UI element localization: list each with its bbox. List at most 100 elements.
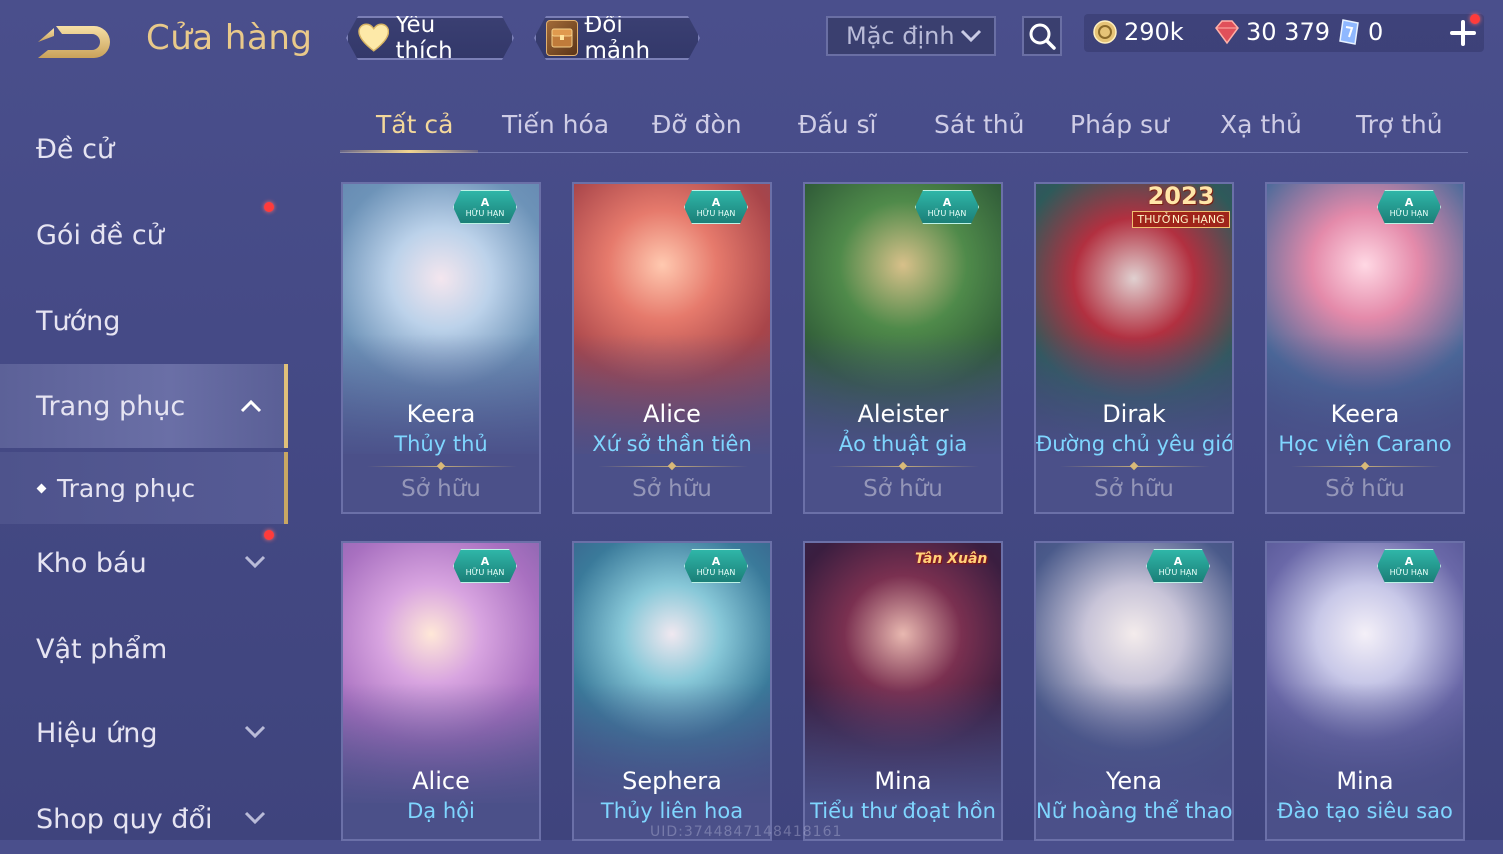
skin-card[interactable]: A HỮU HẠN Keera Học viện Carano Sở hữu	[1265, 182, 1465, 514]
sidebar-item-label: Kho báu	[36, 547, 147, 579]
page-title: Cửa hàng	[146, 18, 313, 58]
tab-fighter[interactable]: Đấu sĩ	[798, 110, 876, 139]
hero-name: Alice	[412, 767, 470, 795]
sidebar-item-recommended-packs[interactable]: Gói đề cử	[0, 200, 288, 270]
tab-active-underline	[340, 150, 478, 153]
divider	[829, 466, 979, 467]
divider	[598, 466, 748, 467]
shard-chest-icon	[546, 20, 578, 56]
notification-dot	[264, 202, 274, 212]
back-button[interactable]	[36, 20, 116, 64]
skin-card[interactable]: A HỮU HẠN Keera Thủy thủ Sở hữu	[341, 182, 541, 514]
ruby-amount: 30 379	[1246, 18, 1330, 46]
hero-name: Keera	[406, 400, 476, 428]
skin-name: Tiểu thư đoạt hồn	[810, 799, 996, 823]
sidebar-item-label: Hiệu ứng	[36, 717, 158, 749]
sidebar-item-heroes[interactable]: Tướng	[0, 286, 288, 356]
sidebar-subitem-skins[interactable]: Trang phục	[0, 452, 288, 524]
tab-tank[interactable]: Đỡ đòn	[652, 110, 742, 139]
skin-art-image	[574, 543, 770, 803]
skin-card[interactable]: A HỮU HẠN Mina Đào tạo siêu sao	[1265, 541, 1465, 841]
divider	[1060, 466, 1210, 467]
owned-status: Sở hữu	[401, 476, 481, 502]
sidebar-item-recommended[interactable]: Đề cử	[0, 114, 288, 184]
exchange-label: Đổi mảnh	[584, 12, 651, 64]
skin-name: Học viện Carano	[1278, 432, 1452, 456]
limited-badge: A HỮU HẠN	[453, 190, 517, 224]
sidebar-item-items[interactable]: Vật phẩm	[0, 614, 288, 684]
tab-assassin[interactable]: Sát thủ	[934, 110, 1024, 139]
sidebar-item-skins[interactable]: Trang phục	[0, 364, 288, 448]
limited-badge: A HỮU HẠN	[684, 190, 748, 224]
exchange-shards-button[interactable]: Đổi mảnh	[534, 16, 700, 60]
skin-art-image	[343, 543, 539, 803]
skin-name: Thủy liên hoa	[600, 799, 744, 823]
category-tabs: Tất cả Tiến hóa Đỡ đòn Đấu sĩ Sát thủ Ph…	[340, 104, 1470, 156]
sidebar-item-exchange-shop[interactable]: Shop quy đổi	[0, 784, 288, 854]
tab-evolution[interactable]: Tiến hóa	[502, 110, 609, 139]
top-bar: Cửa hàng Yêu thích Đổi mảnh Mặc định 290…	[0, 0, 1503, 80]
limited-badge: A HỮU HẠN	[1377, 549, 1441, 583]
tab-mage[interactable]: Pháp sư	[1070, 110, 1169, 139]
limited-badge: A HỮU HẠN	[915, 190, 979, 224]
chevron-down-icon	[244, 811, 266, 825]
hero-name: Dirak	[1102, 400, 1166, 428]
search-icon	[1029, 23, 1056, 50]
skin-name: Xứ sở thần tiên	[592, 432, 752, 456]
limited-badge: A HỮU HẠN	[684, 549, 748, 583]
sidebar-item-treasure[interactable]: Kho báu	[0, 528, 288, 598]
sidebar-item-label: Trang phục	[57, 473, 196, 503]
sidebar-item-label: Trang phục	[36, 390, 186, 422]
owned-status: Sở hữu	[632, 476, 712, 502]
skin-name: Ảo thuật gia	[838, 432, 968, 456]
ruby-icon	[1215, 20, 1239, 45]
sort-selected-value: Mặc định	[846, 22, 955, 50]
skin-card[interactable]: A HỮU HẠN Yena Nữ hoàng thể thao	[1034, 541, 1234, 841]
new-year-badge: Tân Xuân	[915, 551, 988, 567]
sidebar-item-label: Gói đề cử	[36, 219, 164, 251]
tab-support[interactable]: Trợ thủ	[1356, 110, 1443, 139]
skin-name: Đường chủ yêu giới	[1036, 432, 1234, 456]
owned-status: Sở hữu	[1325, 476, 1405, 502]
skin-card[interactable]: A HỮU HẠN Alice Xứ sở thần tiên Sở hữu	[572, 182, 772, 514]
tab-marksman[interactable]: Xạ thủ	[1220, 110, 1302, 139]
skin-card[interactable]: A HỮU HẠN Aleister Ảo thuật gia Sở hữu	[803, 182, 1003, 514]
skin-card[interactable]: A HỮU HẠN Alice Dạ hội	[341, 541, 541, 841]
owned-status: Sở hữu	[863, 476, 943, 502]
sidebar-item-effects[interactable]: Hiệu ứng	[0, 698, 288, 768]
season-reward-badge: 2023 THƯỞNG HẠNG	[1126, 184, 1232, 228]
user-id-watermark: UID:3744847148418161	[650, 824, 843, 840]
skin-card[interactable]: Tân Xuân Mina Tiểu thư đoạt hồn	[803, 541, 1003, 841]
skin-art-image	[1036, 543, 1232, 803]
sort-select[interactable]: Mặc định	[826, 16, 996, 56]
tab-all[interactable]: Tất cả	[376, 110, 453, 139]
skin-card[interactable]: 2023 THƯỞNG HẠNG Dirak Đường chủ yêu giớ…	[1034, 182, 1234, 514]
chevron-down-icon	[244, 555, 266, 569]
hero-name: Yena	[1105, 767, 1163, 795]
skin-name: Dạ hội	[407, 799, 475, 823]
skin-name: Nữ hoàng thể thao	[1036, 799, 1233, 823]
gold-coin-icon	[1093, 20, 1117, 44]
hero-name: Alice	[643, 400, 701, 428]
notification-dot	[264, 530, 274, 540]
favorite-button[interactable]: Yêu thích	[346, 16, 514, 60]
sidebar-item-label: Vật phẩm	[36, 633, 168, 665]
limited-badge: A HỮU HẠN	[1146, 549, 1210, 583]
hero-name: Mina	[1336, 767, 1394, 795]
ticket-currency: 0	[1336, 18, 1383, 46]
hero-name: Mina	[874, 767, 932, 795]
gold-amount: 290k	[1124, 18, 1184, 46]
hero-name: Sephera	[622, 767, 722, 795]
limited-badge: A HỮU HẠN	[453, 549, 517, 583]
ruby-currency: 30 379	[1214, 18, 1330, 46]
skin-name: Đào tạo siêu sao	[1277, 799, 1453, 823]
skin-card[interactable]: A HỮU HẠN Sephera Thủy liên hoa	[572, 541, 772, 841]
divider	[1291, 466, 1441, 467]
limited-badge: A HỮU HẠN	[1377, 190, 1441, 224]
gold-currency: 290k	[1092, 18, 1184, 46]
bullet-diamond-icon	[36, 483, 47, 493]
back-arrow-icon	[38, 26, 110, 58]
sidebar-item-label: Tướng	[36, 305, 121, 337]
search-button[interactable]	[1022, 16, 1062, 56]
tab-divider	[340, 152, 1468, 153]
